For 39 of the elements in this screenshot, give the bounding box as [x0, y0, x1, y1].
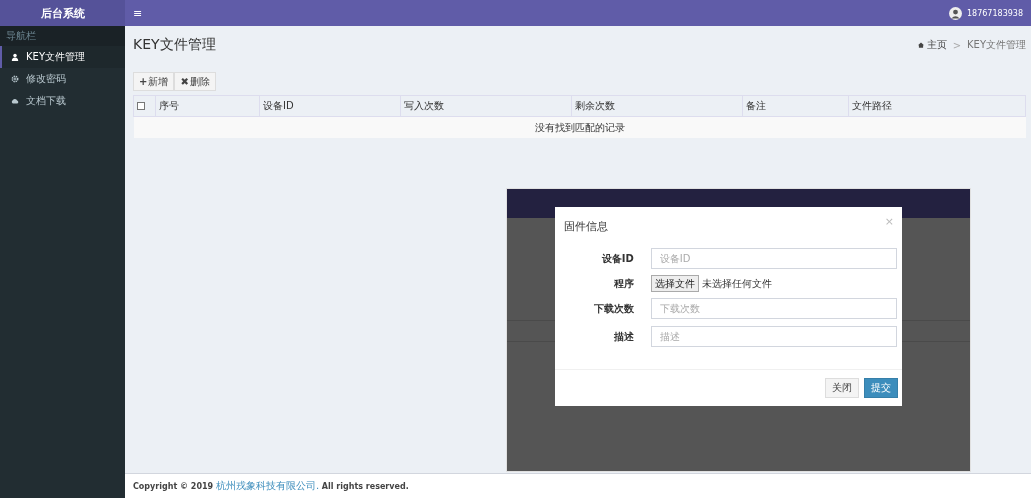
input-field[interactable]: 设备ID [650, 248, 897, 269]
column-header[interactable]: 备注 [742, 95, 849, 117]
avatar-icon[interactable] [949, 6, 962, 20]
add-button[interactable]: +新增 [133, 72, 175, 91]
input-field[interactable]: 下载次数 [650, 298, 897, 319]
nav-section-label: 导航栏 [0, 26, 125, 46]
sidebar-item[interactable]: KEY文件管理 [0, 46, 125, 68]
field-label: 程序 [613, 276, 634, 291]
column-header[interactable]: 剩余次数 [571, 95, 743, 117]
empty-message: 没有找到匹配的记录 [133, 116, 1026, 138]
submit-button[interactable]: 提交 [864, 378, 898, 398]
brand-title: 后台系统 [0, 0, 125, 26]
column-header[interactable]: 设备ID [259, 95, 401, 117]
breadcrumb-current: KEY文件管理 [967, 38, 1026, 52]
field-label: 描述 [612, 329, 634, 344]
column-header[interactable]: 文件路径 [848, 95, 1026, 117]
choose-file-button[interactable]: 选择文件 [651, 275, 699, 292]
breadcrumb-separator: > [952, 39, 961, 51]
sidebar-item[interactable]: 修改密码 [0, 68, 125, 90]
field-label: 设备ID [600, 251, 634, 266]
file-status: 未选择任何文件 [702, 276, 772, 291]
column-header[interactable]: 写入次数 [400, 95, 572, 117]
column-header[interactable]: 序号 [155, 95, 260, 117]
breadcrumb-link[interactable]: 主页 [926, 38, 947, 52]
dialog-title: 固件信息 [564, 220, 608, 234]
page-title: KEY文件管理 [133, 36, 216, 54]
input-field[interactable]: 描述 [650, 326, 897, 347]
user-icon [11, 53, 19, 61]
user-name[interactable]: 18767183938 [967, 8, 1023, 18]
close-dialog-button[interactable]: 关闭 [825, 378, 859, 398]
sidebar-item[interactable]: 文档下载 [0, 90, 125, 112]
home-icon [917, 42, 924, 48]
field-label: 下载次数 [592, 301, 634, 316]
delete-button[interactable]: ✖删除 [174, 72, 216, 91]
company-link[interactable]: 杭州戎象科技有限公司. [215, 479, 320, 493]
cloud-icon [11, 97, 19, 105]
gear-icon [11, 75, 19, 83]
select-all-checkbox[interactable] [137, 101, 145, 110]
menu-icon[interactable]: ≡ [133, 6, 143, 20]
